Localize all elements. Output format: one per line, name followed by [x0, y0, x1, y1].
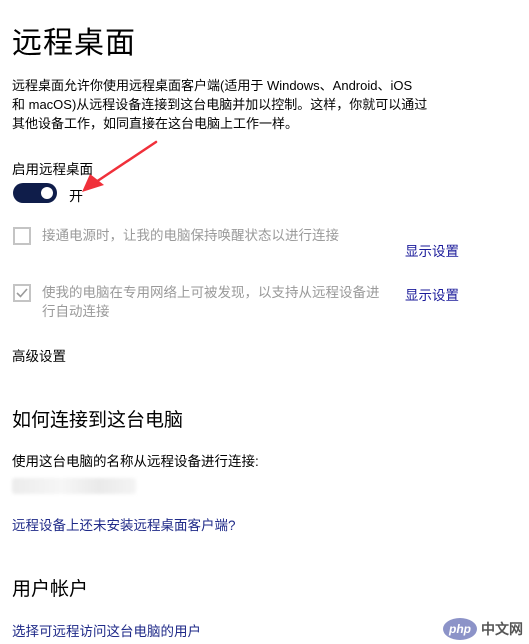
- watermark-text: 中文网: [481, 621, 523, 637]
- option-text-line: 行自动连接: [42, 304, 110, 319]
- keep-awake-checkbox[interactable]: [13, 227, 31, 245]
- connect-section-heading: 如何连接到这台电脑: [12, 410, 184, 431]
- watermark-logo-icon: php: [443, 618, 477, 640]
- pc-name-redacted: [12, 478, 136, 494]
- annotation-arrow-icon: [82, 140, 158, 192]
- advanced-settings-link[interactable]: 高级设置: [12, 345, 66, 365]
- option-text-line: 接通电源时，让我的电脑保持唤醒状态以进行连接: [42, 228, 339, 243]
- discoverable-text: 使我的电脑在专用网络上可被发现，以支持从远程设备进 行自动连接: [42, 283, 392, 321]
- description-line: 远程桌面允许你使用远程桌面客户端(适用于 Windows、Android、iOS: [12, 78, 413, 93]
- page-title: 远程桌面: [12, 27, 136, 60]
- install-client-link[interactable]: 远程设备上还未安装远程桌面客户端?: [12, 514, 236, 534]
- option-text-line: 使我的电脑在专用网络上可被发现，以支持从远程设备进: [42, 285, 380, 300]
- keep-awake-show-settings-link[interactable]: 显示设置: [405, 240, 459, 260]
- watermark: php 中文网: [443, 618, 523, 640]
- keep-awake-text: 接通电源时，让我的电脑保持唤醒状态以进行连接: [42, 226, 382, 245]
- accounts-section-heading: 用户帐户: [12, 579, 89, 600]
- discoverable-checkbox[interactable]: [13, 284, 31, 302]
- select-users-link[interactable]: 选择可远程访问这台电脑的用户: [12, 620, 201, 640]
- connect-instruction: 使用这台电脑的名称从远程设备进行连接:: [12, 454, 259, 469]
- page-description: 远程桌面允许你使用远程桌面客户端(适用于 Windows、Android、iOS…: [12, 76, 482, 133]
- remote-desktop-toggle[interactable]: [13, 183, 57, 203]
- checkmark-icon: [16, 288, 28, 298]
- toggle-knob: [41, 187, 53, 199]
- description-line: 其他设备工作，如同直接在这台电脑上工作一样。: [12, 116, 299, 131]
- discoverable-show-settings-link[interactable]: 显示设置: [405, 284, 459, 304]
- description-line: 和 macOS)从远程设备连接到这台电脑并加以控制。这样，你就可以通过: [12, 97, 428, 112]
